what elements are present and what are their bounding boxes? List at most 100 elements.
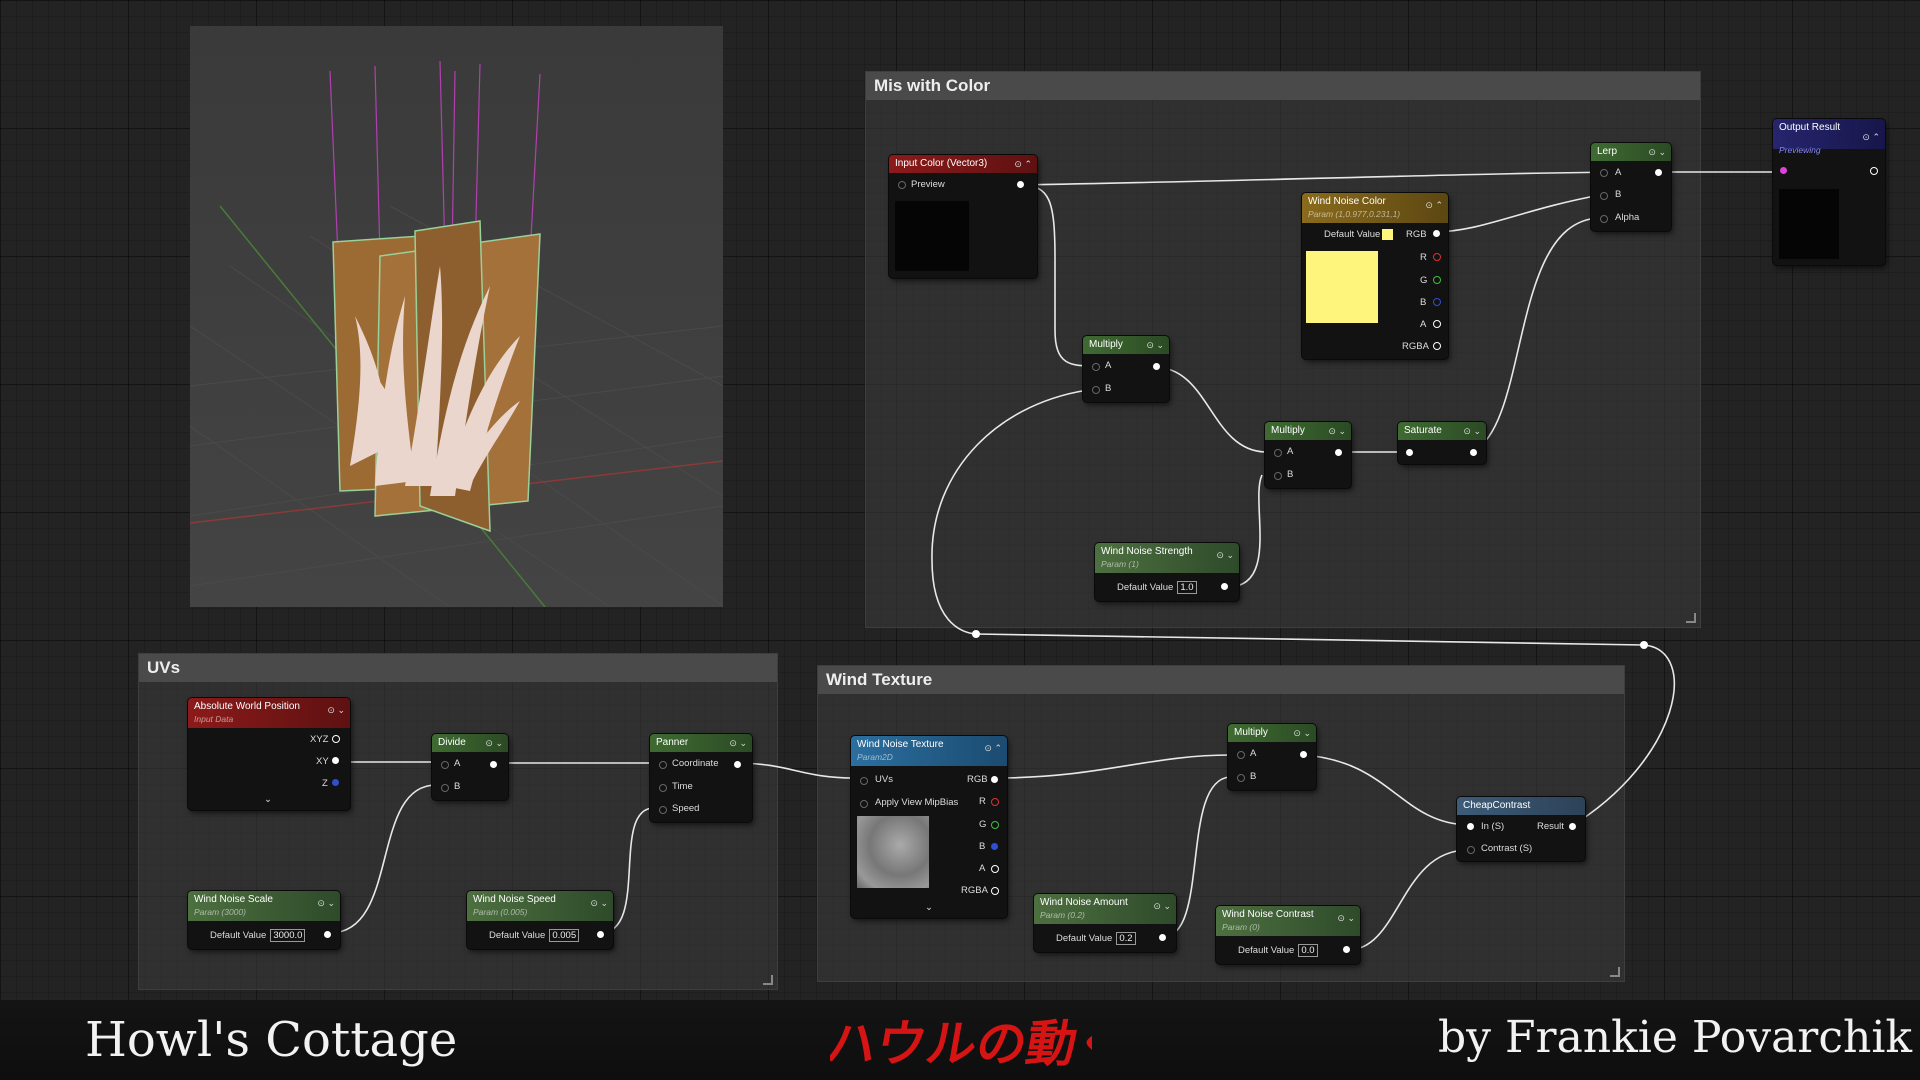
node-header[interactable]: Multiply ⊙ ⌄ — [1265, 422, 1351, 440]
node-wind-noise-color[interactable]: Wind Noise Color Param (1,0.977,0.231,1) ⊙… — [1302, 193, 1448, 359]
default-value-field[interactable]: 1.0 — [1177, 581, 1197, 594]
lerp-alpha-pin[interactable] — [1600, 215, 1608, 223]
node-header[interactable]: Multiply ⊙ ⌄ — [1083, 336, 1169, 354]
divide-b-pin[interactable] — [441, 784, 449, 792]
out-g-pin[interactable] — [1433, 276, 1441, 284]
node-header[interactable]: Wind Noise Texture Param2D ⊙ ⌃ — [851, 736, 1007, 766]
param-output-pin[interactable] — [1221, 583, 1228, 590]
node-input-color[interactable]: Input Color (Vector3) ⊙ ⌃ Preview — [889, 155, 1037, 278]
multiply-a-pin[interactable] — [1092, 363, 1100, 371]
node-header[interactable]: CheapContrast — [1457, 797, 1585, 815]
out-rgba-pin[interactable] — [991, 887, 999, 895]
node-wind-noise-speed[interactable]: Wind Noise Speed Param (0.005) ⊙ ⌄ Default… — [467, 891, 613, 949]
collapse-icon[interactable]: ⊙ ⌄ — [317, 897, 335, 910]
default-value-field[interactable]: 0.0 — [1298, 944, 1318, 957]
result-output-pin[interactable] — [1569, 823, 1576, 830]
multiply-a-pin[interactable] — [1237, 751, 1245, 759]
collapse-icon[interactable]: ⊙ ⌄ — [1463, 422, 1481, 440]
multiply-output-pin[interactable] — [1300, 751, 1307, 758]
node-header[interactable]: Lerp ⊙ ⌄ — [1591, 143, 1671, 161]
multiply-output-pin[interactable] — [1153, 363, 1160, 370]
contrast-s-pin[interactable] — [1467, 846, 1475, 854]
node-header[interactable]: Wind Noise Strength Param (1) ⊙ ⌄ — [1095, 543, 1239, 573]
saturate-output-pin[interactable] — [1470, 449, 1477, 456]
node-header[interactable]: Wind Noise Speed Param (0.005) ⊙ ⌄ — [467, 891, 613, 921]
param-output-pin[interactable] — [324, 931, 331, 938]
collapse-icon[interactable]: ⊙ ⌄ — [1337, 912, 1355, 925]
out-b-pin[interactable] — [1433, 298, 1441, 306]
out-g-pin[interactable] — [991, 821, 999, 829]
panner-coordinate-pin[interactable] — [659, 761, 667, 769]
divide-output-pin[interactable] — [490, 761, 497, 768]
collapse-icon[interactable]: ⊙ ⌄ — [1328, 422, 1346, 440]
out-xy-pin[interactable] — [332, 757, 339, 764]
preview-input-pin[interactable] — [898, 181, 906, 189]
default-value-field[interactable]: 0.005 — [549, 929, 580, 942]
lerp-a-pin[interactable] — [1600, 169, 1608, 177]
out-b-pin[interactable] — [991, 843, 998, 850]
node-header[interactable]: Wind Noise Amount Param (0.2) ⊙ ⌄ — [1034, 894, 1176, 924]
lerp-output-pin[interactable] — [1655, 169, 1662, 176]
output-input-pin[interactable] — [1780, 167, 1787, 174]
node-wind-noise-texture[interactable]: Wind Noise Texture Param2D ⊙ ⌃ UVs Apply V… — [851, 736, 1007, 918]
node-header[interactable]: Wind Noise Scale Param (3000) ⊙ ⌄ — [188, 891, 340, 921]
default-value-field[interactable]: 0.2 — [1116, 932, 1136, 945]
expand-chevron-icon[interactable]: ⌄ — [264, 794, 272, 805]
node-wind-noise-strength[interactable]: Wind Noise Strength Param (1) ⊙ ⌄ Default … — [1095, 543, 1239, 601]
output-result-pin[interactable] — [1870, 167, 1878, 175]
collapse-icon[interactable]: ⊙ ⌃ — [984, 742, 1002, 755]
collapse-icon[interactable]: ⊙ ⌄ — [1216, 549, 1234, 562]
uvs-input-pin[interactable] — [860, 777, 868, 785]
node-header[interactable]: Panner ⊙ ⌄ — [650, 734, 752, 752]
node-header[interactable]: Wind Noise Contrast Param (0) ⊙ ⌄ — [1216, 906, 1360, 936]
node-header[interactable]: Absolute World Position Input Data ⊙ ⌄ — [188, 698, 350, 728]
panner-time-pin[interactable] — [659, 784, 667, 792]
collapse-icon[interactable]: ⊙ ⌃ — [1425, 199, 1443, 212]
collapse-icon[interactable]: ⊙ ⌄ — [729, 734, 747, 752]
node-header[interactable]: Saturate ⊙ ⌄ — [1398, 422, 1486, 440]
node-wind-noise-scale[interactable]: Wind Noise Scale Param (3000) ⊙ ⌄ Default … — [188, 891, 340, 949]
node-wind-noise-amount[interactable]: Wind Noise Amount Param (0.2) ⊙ ⌄ Default … — [1034, 894, 1176, 952]
collapse-icon[interactable]: ⊙ ⌃ — [1014, 155, 1032, 173]
panner-speed-pin[interactable] — [659, 806, 667, 814]
collapse-icon[interactable]: ⊙ ⌃ — [1862, 131, 1880, 144]
node-wind-noise-contrast[interactable]: Wind Noise Contrast Param (0) ⊙ ⌄ Default … — [1216, 906, 1360, 964]
multiply-a-pin[interactable] — [1274, 449, 1282, 457]
node-header[interactable]: Wind Noise Color Param (1,0.977,0.231,1) ⊙… — [1302, 193, 1448, 223]
node-panner[interactable]: Panner ⊙ ⌄ Coordinate Time Speed — [650, 734, 752, 822]
saturate-input-pin[interactable] — [1406, 449, 1413, 456]
multiply-output-pin[interactable] — [1335, 449, 1342, 456]
param-output-pin[interactable] — [597, 931, 604, 938]
preview-output-pin[interactable] — [1017, 181, 1024, 188]
collapse-icon[interactable]: ⊙ ⌄ — [327, 704, 345, 717]
in-s-pin[interactable] — [1467, 823, 1474, 830]
node-output-result[interactable]: Output Result Previewing ⊙ ⌃ — [1773, 119, 1885, 265]
param-output-pin[interactable] — [1343, 946, 1350, 953]
expand-chevron-icon[interactable]: ⌄ — [925, 902, 933, 913]
mipbias-input-pin[interactable] — [860, 800, 868, 808]
out-a-pin[interactable] — [991, 865, 999, 873]
out-z-pin[interactable] — [332, 779, 339, 786]
collapse-icon[interactable]: ⊙ ⌄ — [1648, 143, 1666, 161]
default-color-chip[interactable] — [1382, 229, 1393, 240]
node-cheap-contrast[interactable]: CheapContrast In (S) Contrast (S) Result — [1457, 797, 1585, 861]
node-lerp[interactable]: Lerp ⊙ ⌄ A B Alpha — [1591, 143, 1671, 231]
multiply-b-pin[interactable] — [1274, 472, 1282, 480]
collapse-icon[interactable]: ⊙ ⌄ — [1146, 336, 1164, 354]
collapse-icon[interactable]: ⊙ ⌄ — [590, 897, 608, 910]
out-r-pin[interactable] — [991, 798, 999, 806]
node-header[interactable]: Divide ⊙ ⌄ — [432, 734, 508, 752]
out-xyz-pin[interactable] — [332, 735, 340, 743]
collapse-icon[interactable]: ⊙ ⌄ — [485, 734, 503, 752]
node-multiply-3[interactable]: Multiply ⊙ ⌄ A B — [1228, 724, 1316, 790]
out-rgb-pin[interactable] — [991, 776, 998, 783]
default-value-field[interactable]: 3000.0 — [270, 929, 306, 942]
collapse-icon[interactable]: ⊙ ⌄ — [1153, 900, 1171, 913]
node-header[interactable]: Input Color (Vector3) ⊙ ⌃ — [889, 155, 1037, 173]
panner-output-pin[interactable] — [734, 761, 741, 768]
node-multiply-1[interactable]: Multiply ⊙ ⌄ A B — [1083, 336, 1169, 402]
node-multiply-2[interactable]: Multiply ⊙ ⌄ A B — [1265, 422, 1351, 488]
node-saturate[interactable]: Saturate ⊙ ⌄ — [1398, 422, 1486, 464]
param-output-pin[interactable] — [1159, 934, 1166, 941]
out-rgb-pin[interactable] — [1433, 230, 1440, 237]
